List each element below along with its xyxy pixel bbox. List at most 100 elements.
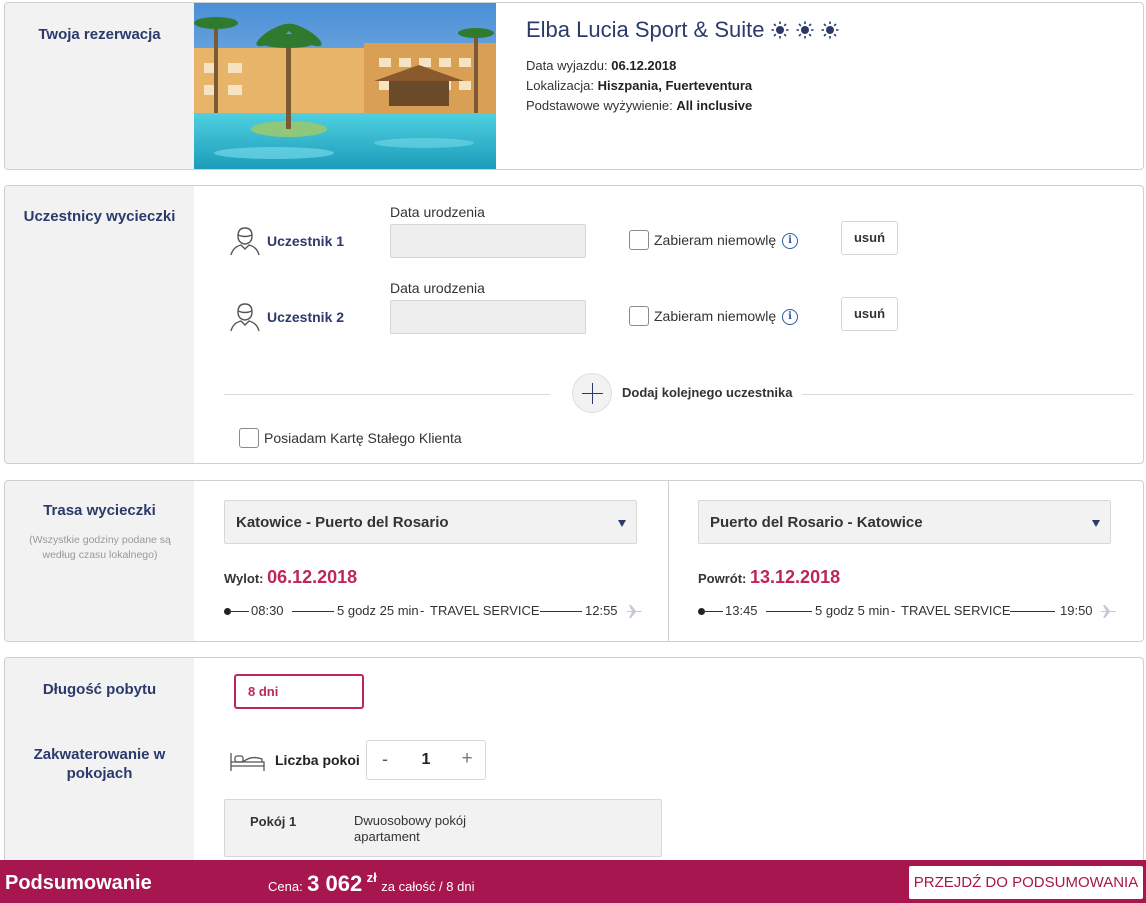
infant-label-2: Zabieram niemowlę — [654, 308, 777, 324]
go-to-summary-button[interactable]: PRZEJDŹ DO PODSUMOWANIA — [908, 865, 1144, 900]
divider — [224, 394, 550, 395]
board-info: Podstawowe wyżywienie: All inclusive — [526, 98, 752, 113]
remove-participant-2-button[interactable]: usuń — [841, 297, 898, 331]
birthdate-label: Data urodzenia — [390, 204, 485, 220]
rooms-increment-button[interactable]: + — [449, 741, 485, 779]
inbound-carrier: TRAVEL SERVICE — [901, 603, 1011, 618]
room-row: Pokój 1 Dwuosobowy pokój apartament — [224, 799, 662, 857]
inbound-duration: 5 godz 5 min — [815, 603, 890, 618]
dropdown-arrow-icon — [618, 520, 626, 527]
rooms-count-value[interactable]: 1 — [403, 741, 449, 779]
birthdate-input-2[interactable] — [390, 300, 586, 334]
participants-card: Uczestnicy wycieczki Uczestnik 1 Data ur… — [4, 185, 1144, 464]
star-sun-icon — [771, 21, 789, 39]
price-display: Cena: 3 062 zł za całość / 8 dni — [268, 870, 474, 897]
rooms-stepper: - 1 + — [366, 740, 486, 780]
outbound-label-text: Wylot: — [224, 571, 264, 586]
booking-card: Twoja rezerwacja Elba Lucia Sport & Suit… — [4, 2, 1144, 170]
person-icon — [230, 227, 260, 256]
price-suffix: za całość / 8 dni — [381, 879, 475, 894]
add-participant-label[interactable]: Dodaj kolejnego uczestnika — [622, 385, 793, 400]
separator: - — [891, 603, 896, 618]
booking-section-title: Twoja rezerwacja — [38, 26, 161, 43]
outbound-duration: 5 godz 25 min — [337, 603, 419, 618]
outbound-route-value: Katowice - Puerto del Rosario — [236, 514, 449, 531]
infant-checkbox-1[interactable] — [629, 230, 649, 250]
route-section-title: Trasa wycieczki — [43, 502, 156, 519]
departure-info: Data wyjazdu: 06.12.2018 — [526, 58, 676, 73]
rooms-count-label: Liczba pokoi — [275, 752, 360, 768]
infant-checkbox-2[interactable] — [629, 306, 649, 326]
plane-icon — [627, 605, 642, 618]
remove-participant-1-button[interactable]: usuń — [841, 221, 898, 255]
rooms-decrement-button[interactable]: - — [367, 741, 403, 779]
location-info: Lokalizacja: Hiszpania, Fuerteventura — [526, 78, 752, 93]
divider — [802, 394, 1133, 395]
outbound-route-select[interactable]: Katowice - Puerto del Rosario — [224, 500, 637, 544]
summary-title: Podsumowanie — [5, 872, 152, 894]
inbound-label-text: Powrót: — [698, 571, 747, 586]
board-value: All inclusive — [676, 98, 753, 113]
route-sidebar: Trasa wycieczki (Wszystkie godziny podan… — [5, 481, 194, 641]
inbound-dep-time: 13:45 — [725, 603, 758, 618]
room-type: Dwuosobowy pokój apartament — [354, 813, 467, 844]
stay-length-select[interactable]: 8 dni — [234, 674, 364, 709]
person-icon — [230, 303, 260, 332]
hotel-name: Elba Lucia Sport & Suite — [526, 17, 839, 43]
participant-2-label: Uczestnik 2 — [267, 309, 345, 325]
outbound-timeline: 08:30 5 godz 25 min - TRAVEL SERVICE 12:… — [224, 601, 644, 621]
location-label: Lokalizacja: — [526, 78, 594, 93]
bed-icon — [230, 753, 265, 771]
participants-section-title: Uczestnicy wycieczki — [23, 208, 176, 225]
timeline-line — [766, 611, 812, 612]
stay-length-value: 8 dni — [248, 684, 279, 699]
price-amount: 3 062 — [307, 871, 363, 896]
outbound-arr-time: 12:55 — [585, 603, 618, 618]
dropdown-arrow-icon — [1092, 520, 1100, 527]
booking-sidebar: Twoja rezerwacja — [5, 3, 194, 169]
outbound-label: Wylot: 06.12.2018 — [224, 567, 357, 588]
infant-label-1: Zabieram niemowlę — [654, 232, 777, 248]
departure-label: Data wyjazdu: — [526, 58, 608, 73]
loyalty-card-checkbox[interactable] — [239, 428, 259, 448]
timeline-line — [703, 611, 723, 612]
departure-value: 06.12.2018 — [611, 58, 677, 73]
outbound-dep-time: 08:30 — [251, 603, 284, 618]
hotel-name-text: Elba Lucia Sport & Suite — [526, 17, 765, 42]
inbound-route-select[interactable]: Puerto del Rosario - Katowice — [698, 500, 1111, 544]
inbound-route-value: Puerto del Rosario - Katowice — [710, 514, 923, 531]
birthdate-label: Data urodzenia — [390, 280, 485, 296]
summary-bar: Podsumowanie Cena: 3 062 zł za całość / … — [0, 860, 1146, 903]
participant-1-label: Uczestnik 1 — [267, 233, 345, 249]
participants-sidebar: Uczestnicy wycieczki — [5, 186, 194, 463]
price-currency: zł — [366, 870, 377, 885]
separator: - — [420, 603, 425, 618]
star-sun-icon — [821, 21, 839, 39]
route-separator — [668, 481, 669, 641]
outbound-date: 06.12.2018 — [267, 567, 358, 587]
info-icon[interactable]: i — [782, 233, 798, 249]
inbound-arr-time: 19:50 — [1060, 603, 1093, 618]
location-value: Hiszpania, Fuerteventura — [597, 78, 753, 93]
outbound-carrier: TRAVEL SERVICE — [430, 603, 540, 618]
plane-icon — [1101, 605, 1116, 618]
loyalty-card-label: Posiadam Kartę Stałego Klienta — [264, 430, 462, 446]
room-name: Pokój 1 — [250, 814, 297, 829]
add-participant-button[interactable] — [572, 373, 612, 413]
hotel-photo — [194, 3, 496, 169]
info-icon[interactable]: i — [782, 309, 798, 325]
board-label: Podstawowe wyżywienie: — [526, 98, 673, 113]
inbound-date: 13.12.2018 — [750, 567, 841, 587]
timeline-line — [1010, 611, 1055, 612]
star-sun-icon — [796, 21, 814, 39]
route-note: (Wszystkie godziny podane są według czas… — [29, 534, 171, 561]
timeline-line — [292, 611, 334, 612]
route-card: Trasa wycieczki (Wszystkie godziny podan… — [4, 480, 1144, 642]
inbound-timeline: 13:45 5 godz 5 min - TRAVEL SERVICE 19:5… — [698, 601, 1118, 621]
inbound-label: Powrót: 13.12.2018 — [698, 567, 840, 588]
rooms-section-title: Zakwaterowanie w pokojach — [33, 746, 166, 782]
price-label: Cena: — [268, 879, 303, 894]
birthdate-input-1[interactable] — [390, 224, 586, 258]
timeline-line — [540, 611, 582, 612]
timeline-line — [229, 611, 249, 612]
